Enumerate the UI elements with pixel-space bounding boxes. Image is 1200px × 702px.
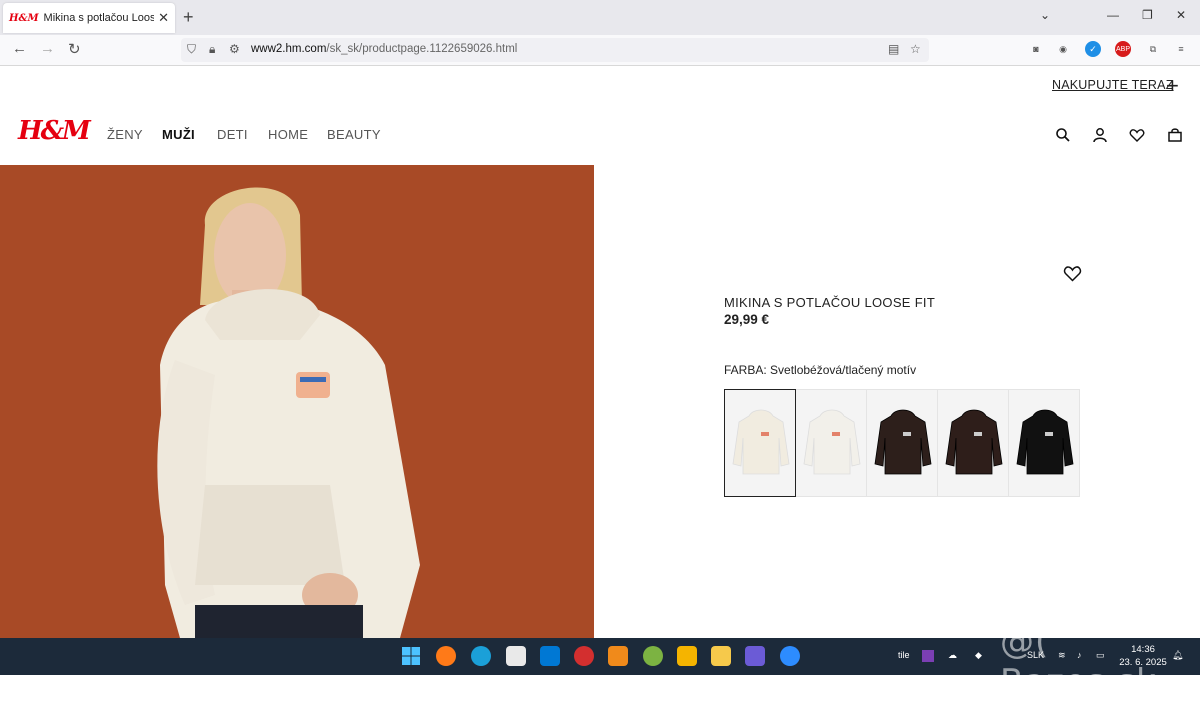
app-red-icon[interactable] bbox=[574, 646, 594, 666]
bookmark-star-icon[interactable]: ☆ bbox=[910, 42, 921, 56]
app-green-icon[interactable] bbox=[643, 646, 663, 666]
hoodie-thumbnail bbox=[1016, 409, 1074, 475]
app-purple-icon[interactable] bbox=[745, 646, 765, 666]
hoodie-thumbnail bbox=[732, 409, 790, 475]
nav-item-deti[interactable]: DETI bbox=[217, 127, 248, 142]
plus-icon[interactable]: + bbox=[1166, 73, 1179, 99]
file-explorer-icon[interactable] bbox=[711, 646, 731, 666]
lock-icon[interactable]: 🔒︎ bbox=[209, 42, 215, 57]
browser-tab[interactable]: H&M Mikina s potlačou Loose Fit - Sv ✕ bbox=[3, 3, 175, 33]
bazos-watermark: @( Bazos.sk bbox=[1000, 622, 1157, 702]
tab-list-chevron-icon[interactable]: ⌄ bbox=[1040, 8, 1050, 22]
edge-icon[interactable] bbox=[471, 646, 491, 666]
color-swatch[interactable] bbox=[795, 389, 867, 497]
app-blue-icon[interactable] bbox=[540, 646, 560, 666]
nav-item-home[interactable]: HOME bbox=[268, 127, 308, 142]
nav-item-zeny[interactable]: ŽENY bbox=[107, 127, 143, 142]
shopping-bag-icon[interactable] bbox=[1167, 127, 1183, 143]
address-bar[interactable]: ⛉ 🔒︎ ⚙ www2.hm.com/sk_sk/productpage.112… bbox=[181, 38, 929, 62]
shop-now-link[interactable]: NAKUPUJTE TERAZ bbox=[1052, 78, 1174, 92]
app-blue-round-icon[interactable] bbox=[780, 646, 800, 666]
browser-toolbar: ← → ↻ ⛉ 🔒︎ ⚙ www2.hm.com/sk_sk/productpa… bbox=[0, 35, 1200, 66]
minimize-icon[interactable]: — bbox=[1107, 8, 1119, 22]
hm-logo[interactable]: H&M bbox=[18, 116, 91, 146]
browser-tab-strip: H&M Mikina s potlačou Loose Fit - Sv ✕ +… bbox=[0, 0, 1200, 35]
back-arrow-icon[interactable]: ← bbox=[12, 40, 27, 57]
extensions-puzzle-icon[interactable]: ⧉ bbox=[1145, 41, 1161, 57]
favorites-heart-icon[interactable] bbox=[1129, 127, 1145, 143]
vlc-icon[interactable] bbox=[608, 646, 628, 666]
close-window-icon[interactable]: ✕ bbox=[1176, 8, 1186, 22]
hm-favicon-icon: H&M bbox=[9, 12, 39, 24]
product-name: MIKINA S POTLAČOU LOOSE FIT bbox=[724, 295, 936, 310]
forward-arrow-icon[interactable]: → bbox=[40, 40, 55, 57]
hoodie-thumbnail bbox=[803, 409, 861, 475]
windows-start-icon[interactable] bbox=[401, 646, 421, 666]
model-photo bbox=[0, 165, 594, 638]
account-icon[interactable] bbox=[1092, 127, 1108, 143]
account-icon[interactable]: ◉ bbox=[1055, 41, 1071, 57]
color-swatch[interactable] bbox=[866, 389, 938, 497]
color-swatch[interactable] bbox=[937, 389, 1009, 497]
tray-app-icon[interactable]: ◆ bbox=[975, 650, 982, 661]
adblock-icon[interactable]: ABP bbox=[1115, 41, 1131, 57]
close-tab-icon[interactable]: ✕ bbox=[158, 10, 169, 26]
tab-title: Mikina s potlačou Loose Fit - Sv bbox=[43, 12, 155, 24]
permissions-icon[interactable]: ⚙ bbox=[229, 42, 240, 56]
firefox-icon[interactable] bbox=[436, 646, 456, 666]
app-yellow-icon[interactable] bbox=[677, 646, 697, 666]
menu-hamburger-icon[interactable]: ≡ bbox=[1173, 41, 1189, 57]
onenote-icon[interactable] bbox=[922, 650, 934, 662]
color-swatch[interactable] bbox=[724, 389, 796, 497]
store-icon[interactable] bbox=[506, 646, 526, 666]
shield-icon[interactable]: ⛉ bbox=[187, 42, 196, 57]
color-swatches bbox=[724, 389, 1080, 497]
restore-icon[interactable]: ❐ bbox=[1142, 8, 1153, 22]
extension-blue-icon[interactable]: ✓ bbox=[1085, 41, 1101, 57]
product-image[interactable] bbox=[0, 165, 594, 638]
cloud-icon[interactable]: ☁ bbox=[948, 650, 957, 661]
nav-item-muzi[interactable]: MUŽI bbox=[162, 127, 195, 142]
search-icon[interactable] bbox=[1055, 127, 1071, 143]
hoodie-thumbnail bbox=[874, 409, 932, 475]
reload-icon[interactable]: ↻ bbox=[68, 40, 81, 58]
color-label: FARBA: Svetlobéžová/tlačený motív bbox=[724, 363, 917, 377]
color-swatch[interactable] bbox=[1008, 389, 1080, 497]
new-tab-icon[interactable]: + bbox=[183, 7, 194, 28]
reader-view-icon[interactable]: ▤ bbox=[888, 42, 899, 56]
add-to-favorites-heart-icon[interactable] bbox=[1063, 264, 1082, 282]
tray-tile-text[interactable]: tile bbox=[898, 650, 910, 660]
url-text: www2.hm.com/sk_sk/productpage.1122659026… bbox=[251, 43, 518, 55]
pocket-icon[interactable]: ◙ bbox=[1028, 41, 1044, 57]
nav-item-beauty[interactable]: BEAUTY bbox=[327, 127, 381, 142]
product-price: 29,99 € bbox=[724, 312, 770, 327]
hoodie-thumbnail bbox=[945, 409, 1003, 475]
